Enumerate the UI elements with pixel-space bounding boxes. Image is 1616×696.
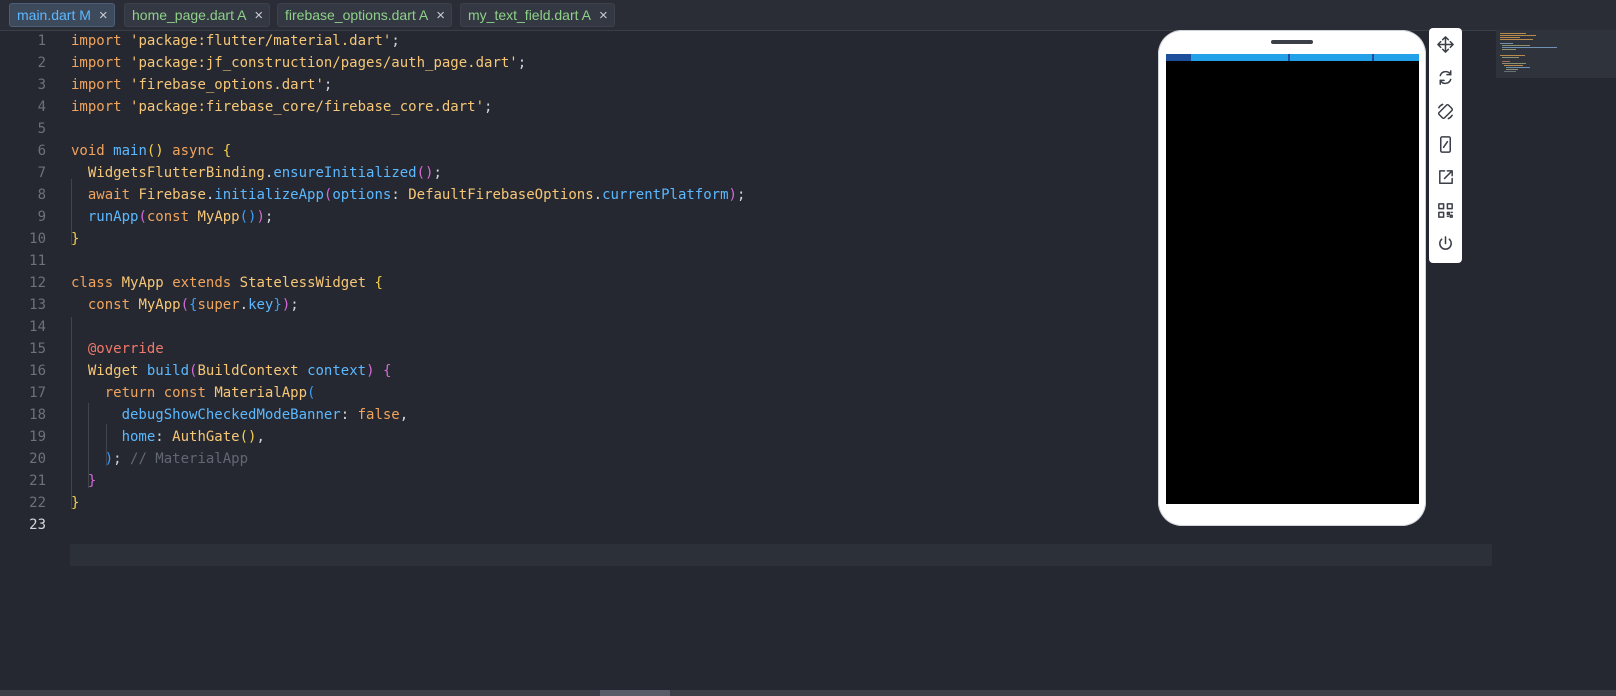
tab-label: home_page.dart A xyxy=(132,7,247,23)
tab-firebase-options-dart[interactable]: firebase_options.dart A × xyxy=(277,3,452,27)
line-number: 3 xyxy=(37,77,46,93)
horizontal-scrollbar-thumb[interactable] xyxy=(600,690,670,696)
device-toolbar xyxy=(1429,28,1462,263)
open-external-icon[interactable] xyxy=(1435,167,1456,188)
rotate-device-icon[interactable] xyxy=(1435,101,1456,122)
line-number: 16 xyxy=(29,363,46,379)
line-number: 20 xyxy=(29,451,46,467)
code-line[interactable]: WidgetsFlutterBinding.ensureInitialized(… xyxy=(71,165,442,181)
line-number: 9 xyxy=(37,209,46,225)
code-line[interactable]: import 'package:jf_construction/pages/au… xyxy=(71,55,526,71)
close-icon[interactable]: × xyxy=(254,8,263,23)
code-line[interactable]: home: AuthGate(), xyxy=(71,429,265,445)
current-line-highlight xyxy=(70,544,1492,566)
tab-my-text-field-dart[interactable]: my_text_field.dart A × xyxy=(460,3,615,27)
code-line[interactable]: runApp(const MyApp()); xyxy=(71,209,274,225)
line-number: 10 xyxy=(29,231,46,247)
line-number: 18 xyxy=(29,407,46,423)
line-number: 1 xyxy=(37,33,46,49)
qr-code-icon[interactable] xyxy=(1435,200,1456,221)
move-icon[interactable] xyxy=(1435,34,1456,55)
code-line[interactable]: void main() async { xyxy=(71,143,231,159)
device-screen[interactable] xyxy=(1166,54,1419,504)
line-number: 17 xyxy=(29,385,46,401)
device-frame-icon[interactable] xyxy=(1435,134,1456,155)
device-preview-phone xyxy=(1158,30,1426,526)
code-line[interactable]: @override xyxy=(71,341,164,357)
minimap[interactable] xyxy=(1496,30,1616,78)
line-number: 13 xyxy=(29,297,46,313)
tab-home-page-dart[interactable]: home_page.dart A × xyxy=(124,3,271,27)
power-icon[interactable] xyxy=(1435,233,1456,254)
line-number: 19 xyxy=(29,429,46,445)
line-number: 5 xyxy=(37,121,46,137)
code-line[interactable]: Widget build(BuildContext context) { xyxy=(71,363,392,379)
code-line[interactable]: return const MaterialApp( xyxy=(71,385,316,401)
close-icon[interactable]: × xyxy=(99,8,108,23)
code-line[interactable]: await Firebase.initializeApp(options: De… xyxy=(71,187,746,203)
line-number: 4 xyxy=(37,99,46,115)
code-line[interactable]: } xyxy=(71,473,96,489)
status-bar-segment xyxy=(1166,54,1191,61)
line-number: 15 xyxy=(29,341,46,357)
code-line[interactable]: import 'package:flutter/material.dart'; xyxy=(71,33,400,49)
phone-speaker xyxy=(1271,40,1313,44)
code-line[interactable]: ); // MaterialApp xyxy=(71,451,248,467)
device-status-bar xyxy=(1166,54,1419,61)
status-bar-segment xyxy=(1288,54,1290,61)
code-line[interactable]: import 'package:firebase_core/firebase_c… xyxy=(71,99,492,115)
close-icon[interactable]: × xyxy=(436,8,445,23)
line-number: 22 xyxy=(29,495,46,511)
line-number: 7 xyxy=(37,165,46,181)
code-line[interactable]: class MyApp extends StatelessWidget { xyxy=(71,275,383,291)
line-number: 2 xyxy=(37,55,46,71)
line-number: 21 xyxy=(29,473,46,489)
tab-label: my_text_field.dart A xyxy=(468,7,591,23)
line-number: 23 xyxy=(29,517,46,533)
close-icon[interactable]: × xyxy=(599,8,608,23)
line-number: 12 xyxy=(29,275,46,291)
line-number: 6 xyxy=(37,143,46,159)
code-line[interactable]: debugShowCheckedModeBanner: false, xyxy=(71,407,409,423)
code-line[interactable]: } xyxy=(71,495,79,511)
refresh-icon[interactable] xyxy=(1435,67,1456,88)
tab-label: firebase_options.dart A xyxy=(285,7,429,23)
horizontal-scrollbar[interactable] xyxy=(0,690,1616,696)
tab-main-dart[interactable]: main.dart M × xyxy=(9,3,115,27)
line-number: 14 xyxy=(29,319,46,335)
status-bar-segment xyxy=(1372,54,1374,61)
code-line[interactable]: } xyxy=(71,231,79,247)
editor-tab-bar: main.dart M × home_page.dart A × firebas… xyxy=(0,0,1616,31)
code-line[interactable]: import 'firebase_options.dart'; xyxy=(71,77,332,93)
line-number: 11 xyxy=(29,253,46,269)
code-line[interactable]: const MyApp({super.key}); xyxy=(71,297,299,313)
line-number: 8 xyxy=(37,187,46,203)
tab-label: main.dart M xyxy=(17,7,91,23)
